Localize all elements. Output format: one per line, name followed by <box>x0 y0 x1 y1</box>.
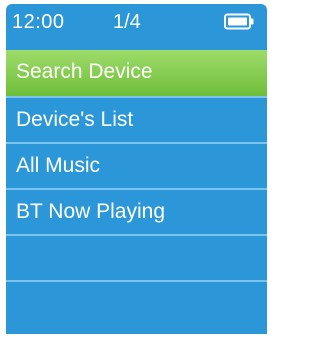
menu-item-empty <box>6 280 267 326</box>
menu-item-label: All Music <box>16 154 101 177</box>
page-indicator: 1/4 <box>113 11 141 33</box>
battery-full-icon <box>224 13 254 30</box>
status-bar: 12:00 1/4 <box>6 4 267 44</box>
menu-item-empty <box>6 234 267 280</box>
main-menu: Search Device Device's List All Music BT… <box>6 50 267 326</box>
menu-item-bt-now-playing[interactable]: BT Now Playing <box>6 188 267 234</box>
device-screen: 12:00 1/4 Search Device Device's List Al… <box>6 4 267 334</box>
menu-item-label: BT Now Playing <box>16 200 166 223</box>
menu-item-search-device[interactable]: Search Device <box>6 50 267 96</box>
menu-item-devices-list[interactable]: Device's List <box>6 96 267 142</box>
menu-item-label: Search Device <box>16 60 153 83</box>
menu-item-label: Device's List <box>16 108 134 131</box>
menu-item-all-music[interactable]: All Music <box>6 142 267 188</box>
clock-time: 12:00 <box>12 11 65 33</box>
